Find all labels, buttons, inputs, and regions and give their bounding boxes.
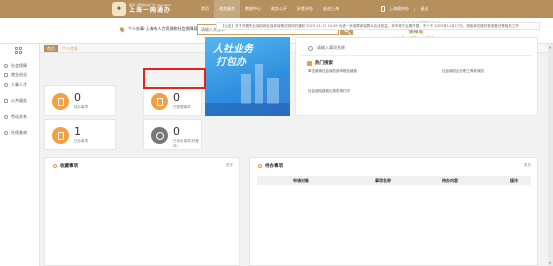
stat-label: 待办事项: [74, 105, 88, 109]
service-icon: [4, 99, 8, 103]
stat-card-completed[interactable]: 1 已办事项: [44, 119, 116, 150]
sidebar-item-label: 劳动关系: [11, 114, 27, 119]
stat-icon: [52, 127, 69, 144]
building-graphic: [255, 64, 263, 104]
stat-icon: [151, 127, 168, 144]
highlight-box: [143, 68, 206, 89]
column-pending-content: 待办内容: [442, 177, 458, 183]
clock-icon: [155, 131, 164, 140]
column-actions: 操作: [510, 177, 518, 183]
tab-personal-info[interactable]: 个人信息: [59, 45, 81, 52]
location-breadcrumb[interactable]: 个人办事-上海市人力资源和社会保障局: [118, 25, 198, 33]
sidebar-item-query[interactable]: 社保查询: [4, 129, 27, 137]
sidebar-item-label: 人事人才: [11, 82, 27, 87]
stat-value: 0: [173, 91, 180, 104]
stat-icon: [52, 93, 69, 110]
stat-value: 0: [74, 91, 81, 104]
tab-home[interactable]: 首页: [44, 45, 58, 52]
hot-item[interactable]: 单位缴纳社会保险费申报及缴费: [308, 69, 357, 74]
todo-table-header: 申请对象 事项名称 待办内容 操作: [257, 176, 531, 185]
star-icon: [53, 164, 57, 168]
nav-government-service[interactable]: 政务服务: [214, 0, 240, 18]
sidebar: 社会保障 就业创业 人事人才 公共服务 劳动关系 社保查询: [0, 44, 40, 266]
top-right-links: 上海随申办 | 退出: [381, 0, 433, 18]
sidebar-item-employment[interactable]: 就业创业: [4, 71, 27, 79]
location-text: 个人办事-上海市人力资源和社会保障局: [128, 26, 198, 31]
sidebar-item-talent[interactable]: 人事人才: [4, 81, 27, 89]
item-search-text: 请输入事项名称: [317, 45, 345, 50]
stat-value: 1: [74, 125, 81, 138]
nav-data-center[interactable]: 数据中心: [240, 0, 266, 18]
todo-panel: 待办事项 更多 申请对象 事项名称 待办内容 操作: [249, 157, 538, 266]
main-nav: 首页 政务服务 数据中心 政务公开 好差评办 走进上海: [196, 0, 344, 18]
scroll-up-icon[interactable]: ▲: [549, 45, 551, 49]
document-icon: [57, 131, 64, 140]
sidebar-item-label: 就业创业: [11, 72, 27, 77]
document-icon: [57, 97, 64, 106]
nav-evaluation[interactable]: 好差评办: [292, 0, 318, 18]
stat-label: 已评价事项(好差评): [173, 139, 199, 148]
building-graphic: [241, 74, 251, 104]
stat-card-accepted[interactable]: 0 已受理事项: [143, 85, 202, 116]
page-scrollbar[interactable]: ▲ ▼: [548, 44, 553, 266]
brand-subtitle: 政务一网通办总门户 Shanghai: [129, 3, 171, 7]
sidebar-item-label: 社会保障: [11, 63, 27, 68]
fire-icon: [307, 60, 312, 66]
todo-more-link[interactable]: 更多: [524, 163, 531, 168]
location-pin-icon: [118, 25, 126, 33]
search-icon: [308, 45, 313, 51]
document-icon: [156, 97, 163, 106]
nav-home[interactable]: 首页: [196, 0, 214, 18]
stat-card-evaluated[interactable]: 0 已评价事项(好差评): [143, 119, 202, 150]
stat-icon: [151, 93, 168, 110]
emblem-icon: ✦: [112, 2, 126, 16]
top-bar: ✦ 政务一网通办总门户 Shanghai 上海一网通办 首页 政务服务 数据中心…: [0, 0, 553, 18]
sidebar-item-public-service[interactable]: 公共服务: [4, 97, 27, 105]
sidebar-item-label: 公共服务: [11, 98, 27, 103]
column-applicant: 申请对象: [293, 177, 309, 183]
hot-item[interactable]: 社会保险缴费记录查询打印: [308, 89, 350, 94]
promo-banner[interactable]: 人社业务 打包办: [205, 37, 290, 116]
hot-search-title: 热门搜索: [307, 60, 333, 66]
item-search[interactable]: 请输入事项名称: [308, 45, 345, 51]
favorites-more-link[interactable]: 更多: [226, 163, 233, 168]
todo-title: 待办事项: [258, 163, 283, 169]
divider: |: [414, 6, 416, 12]
handshake-icon: [4, 115, 8, 119]
column-item-name: 事项名称: [375, 177, 391, 183]
stat-card-pending[interactable]: 0 待办事项: [44, 85, 116, 116]
sidebar-item-labor[interactable]: 劳动关系: [4, 113, 27, 121]
clipboard-icon: [258, 164, 262, 168]
scroll-down-icon[interactable]: ▼: [549, 261, 551, 265]
brand-title: 上海一网通办: [129, 7, 172, 14]
briefcase-icon: [4, 73, 8, 77]
banner-title-line1: 人社业务: [213, 44, 253, 55]
app-link[interactable]: 上海随申办: [389, 6, 409, 12]
shield-icon: [4, 64, 8, 68]
sidebar-item-social-security[interactable]: 社会保障: [4, 62, 27, 70]
user-icon: [4, 83, 8, 87]
quick-search-panel: 请输入事项名称 热门搜索 单位缴纳社会保险费申报及缴费 社会保险企业职工养老保险…: [295, 37, 538, 116]
notice-banner[interactable]: 【公告】关于开展失业保险和社保参保情况测评的通知 2023-11-17 10:4…: [216, 22, 540, 30]
divider: [301, 55, 533, 56]
favorites-title: 收藏事项: [53, 163, 78, 169]
favorites-panel: 收藏事项 更多: [44, 157, 240, 266]
phone-icon[interactable]: [381, 6, 385, 12]
stat-label: 已办事项: [74, 139, 88, 143]
stat-label: 已受理事项: [173, 105, 191, 109]
building-graphic: [267, 78, 279, 104]
sidebar-item-label: 社保查询: [11, 130, 27, 135]
banner-title-line2: 打包办: [216, 57, 246, 68]
banner-base: [205, 103, 290, 116]
logout-link[interactable]: 退出: [420, 6, 428, 12]
grid-menu-icon[interactable]: [15, 47, 22, 54]
query-icon: [4, 131, 8, 135]
nav-gov-disclosure[interactable]: 政务公开: [266, 0, 292, 18]
brand-logo[interactable]: ✦ 政务一网通办总门户 Shanghai 上海一网通办: [112, 2, 171, 16]
stat-value: 0: [173, 125, 180, 138]
hot-item[interactable]: 社会保险企业职工养老保险: [442, 69, 484, 74]
nav-shanghai[interactable]: 走进上海: [318, 0, 344, 18]
